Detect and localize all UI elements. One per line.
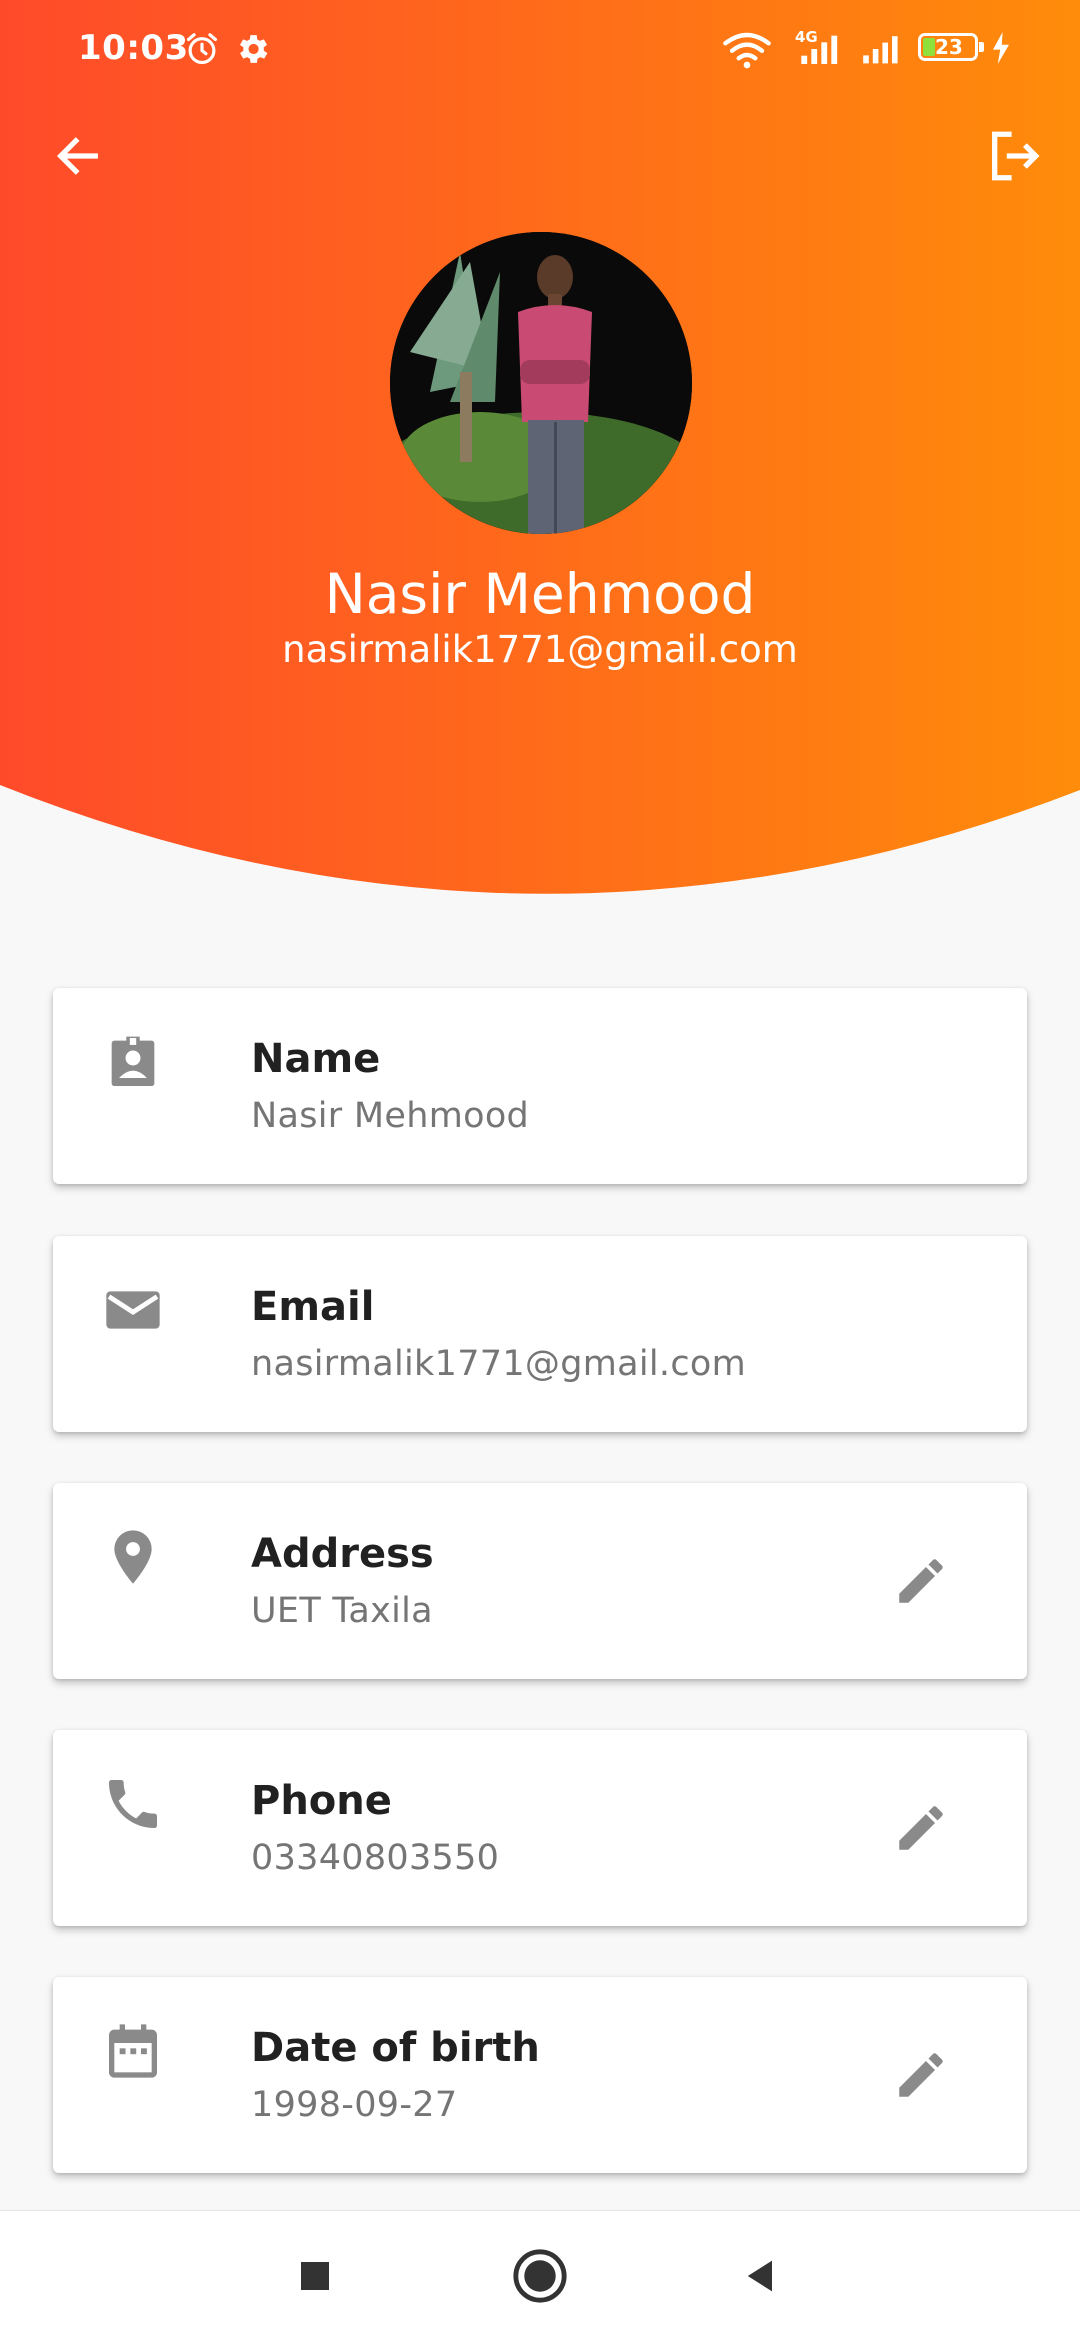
pencil-edit-icon — [899, 1806, 943, 1850]
square-recents-icon — [301, 2262, 329, 2290]
info-card-date-of-birth: Date of birth 1998-09-27 — [53, 1977, 1027, 2173]
back-button[interactable] — [42, 120, 114, 192]
info-card-email: Email nasirmalik1771@gmail.com — [53, 1236, 1027, 1432]
card-value: 03340803550 — [251, 1838, 500, 1878]
home-button[interactable] — [495, 2231, 585, 2321]
profile-email: nasirmalik1771@gmail.com — [282, 628, 798, 671]
pencil-edit-icon — [899, 2053, 943, 2097]
profile-photo — [390, 232, 692, 534]
triangle-back-icon — [747, 2260, 772, 2292]
edit-phone-button[interactable] — [885, 1792, 957, 1864]
signal-strength-2-icon — [863, 36, 898, 64]
wifi-icon — [723, 32, 771, 69]
card-title: Name — [251, 1036, 381, 1082]
back-nav-button[interactable] — [716, 2231, 806, 2321]
logout-button[interactable] — [978, 120, 1050, 192]
card-title: Email — [251, 1284, 375, 1330]
card-value: nasirmalik1771@gmail.com — [251, 1344, 746, 1384]
alarm-icon — [186, 33, 218, 65]
contact-badge-icon — [111, 1036, 155, 1086]
battery-level: 23 — [935, 35, 963, 59]
arrow-left-icon — [56, 137, 98, 175]
phone-icon — [109, 1780, 157, 1828]
pencil-edit-icon — [899, 1559, 943, 1603]
card-value: UET Taxila — [251, 1591, 433, 1631]
profile-avatar[interactable] — [390, 232, 692, 534]
card-value: Nasir Mehmood — [251, 1096, 530, 1136]
location-pin-icon — [114, 1530, 152, 1584]
charging-bolt-icon — [993, 32, 1009, 64]
info-card-address: Address UET Taxila — [53, 1483, 1027, 1679]
battery-icon: 23 — [918, 33, 984, 61]
card-title: Address — [251, 1531, 434, 1577]
card-title: Date of birth — [251, 2025, 540, 2071]
profile-name: Nasir Mehmood — [324, 562, 756, 626]
circle-home-icon — [513, 2249, 567, 2303]
card-title: Phone — [251, 1778, 392, 1824]
settings-gear-icon — [239, 35, 268, 63]
mail-icon — [106, 1291, 160, 1329]
status-time: 10:03 — [78, 28, 189, 68]
calendar-icon — [109, 2024, 157, 2078]
info-card-name: Name Nasir Mehmood — [53, 988, 1027, 1184]
recents-button[interactable] — [270, 2231, 360, 2321]
logout-icon — [992, 131, 1040, 181]
edit-address-button[interactable] — [885, 1545, 957, 1617]
status-bar: 10:03 4G 23 — [0, 0, 1080, 96]
info-card-phone: Phone 03340803550 — [53, 1730, 1027, 1926]
system-navigation-bar — [0, 2210, 1080, 2341]
card-value: 1998-09-27 — [251, 2085, 458, 2125]
signal-strength-icon — [801, 35, 838, 64]
edit-date-of-birth-button[interactable] — [885, 2039, 957, 2111]
